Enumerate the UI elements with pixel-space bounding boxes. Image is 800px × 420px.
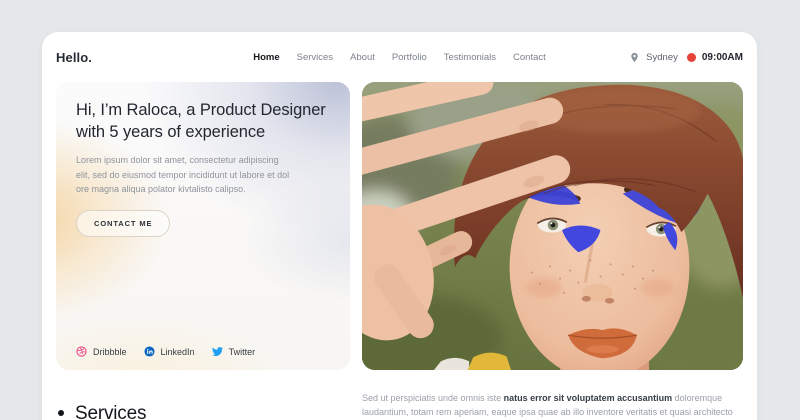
hero-photo [362, 82, 743, 370]
hero-intro-panel: Hi, I’m Raloca, a Product Designer with … [56, 82, 350, 370]
nav-item-home[interactable]: Home [253, 52, 279, 63]
status-dot-icon [687, 53, 696, 62]
location-pin-icon [629, 52, 640, 63]
social-link-dribbble[interactable]: Dribbble [76, 346, 127, 357]
hero-title-line1: Hi, I’m Raloca, a Product Designer [76, 100, 330, 122]
services-bullet-icon [58, 410, 64, 416]
services-heading: Services [75, 403, 146, 420]
services-heading-block: Services [56, 390, 350, 420]
clock-time: 09:00AM [702, 52, 743, 63]
main-card: Hello. Home Services About Portfolio Tes… [42, 32, 757, 420]
hero-title: Hi, I’m Raloca, a Product Designer with … [76, 100, 330, 143]
social-links: Dribbble LinkedIn Twitter [76, 346, 255, 357]
social-label: LinkedIn [161, 347, 195, 357]
logo: Hello. [56, 50, 92, 65]
header: Hello. Home Services About Portfolio Tes… [56, 32, 743, 82]
hero-title-line2: with 5 years of experience [76, 122, 330, 144]
main-nav: Home Services About Portfolio Testimonia… [253, 52, 546, 63]
header-meta: Sydney 09:00AM [629, 52, 743, 63]
services-paragraph-bold: natus error sit voluptatem accusantium [504, 393, 673, 403]
portrait-illustration [362, 82, 743, 370]
hero-section: Hi, I’m Raloca, a Product Designer with … [56, 82, 743, 370]
services-paragraph-start: Sed ut perspiciatis unde omnis iste [362, 393, 504, 403]
nav-item-testimonials[interactable]: Testimonials [444, 52, 496, 63]
social-label: Dribbble [93, 347, 127, 357]
dribbble-icon [76, 346, 87, 357]
services-section: Services Sed ut perspiciatis unde omnis … [56, 390, 743, 420]
social-link-twitter[interactable]: Twitter [212, 346, 256, 357]
social-link-linkedin[interactable]: LinkedIn [144, 346, 195, 357]
contact-me-button[interactable]: CONTACT ME [76, 210, 170, 237]
services-paragraph: Sed ut perspiciatis unde omnis iste natu… [362, 390, 743, 420]
nav-item-contact[interactable]: Contact [513, 52, 546, 63]
nav-item-about[interactable]: About [350, 52, 375, 63]
nav-item-services[interactable]: Services [297, 52, 333, 63]
hero-description: Lorem ipsum dolor sit amet, consectetur … [76, 153, 292, 197]
twitter-icon [212, 346, 223, 357]
nav-item-portfolio[interactable]: Portfolio [392, 52, 427, 63]
linkedin-icon [144, 346, 155, 357]
social-label: Twitter [229, 347, 256, 357]
location-label: Sydney [646, 52, 678, 63]
